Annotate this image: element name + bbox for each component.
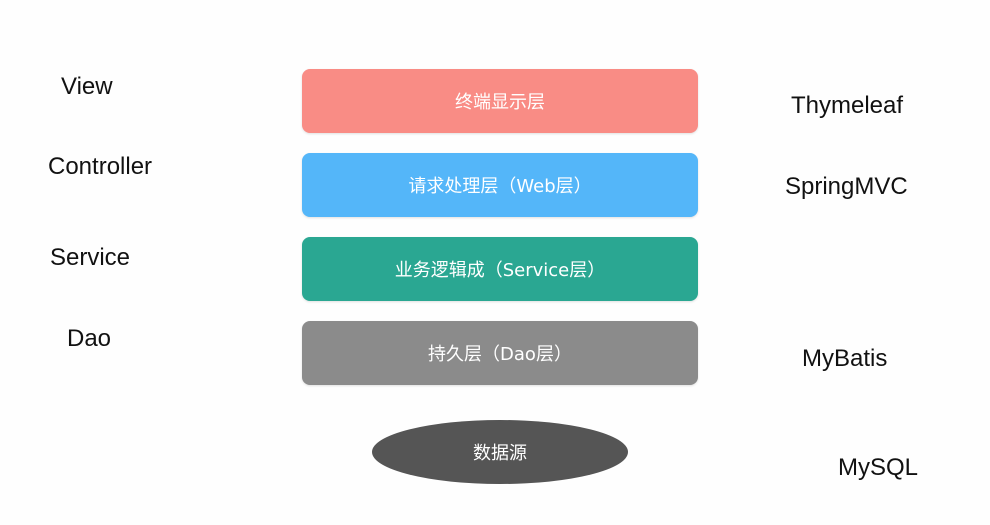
right-label-thymeleaf: Thymeleaf — [791, 92, 904, 119]
layer-service: 业务逻辑成（Service层） — [302, 237, 698, 301]
layer-service-label: 业务逻辑成（Service层） — [394, 260, 606, 281]
layer-dao-label: 持久层（Dao层） — [428, 344, 572, 365]
layer-dao: 持久层（Dao层） — [302, 321, 698, 385]
left-label-view: View — [61, 73, 113, 100]
left-label-service: Service — [50, 244, 131, 271]
left-label-dao: Dao — [67, 325, 112, 352]
architecture-diagram: View Controller Service Dao 终端显示层 请求处理层（… — [0, 0, 990, 525]
right-label-springmvc: SpringMVC — [785, 173, 908, 200]
layer-view: 终端显示层 — [302, 69, 698, 133]
right-label-mysql: MySQL — [838, 454, 919, 481]
layer-web-label: 请求处理层（Web层） — [408, 176, 592, 197]
datasource-ellipse: 数据源 — [372, 420, 628, 484]
layer-web: 请求处理层（Web层） — [302, 153, 698, 217]
layer-view-label: 终端显示层 — [455, 92, 545, 113]
right-label-mybatis: MyBatis — [802, 345, 888, 372]
left-label-controller: Controller — [48, 153, 153, 180]
datasource-label: 数据源 — [473, 443, 527, 464]
